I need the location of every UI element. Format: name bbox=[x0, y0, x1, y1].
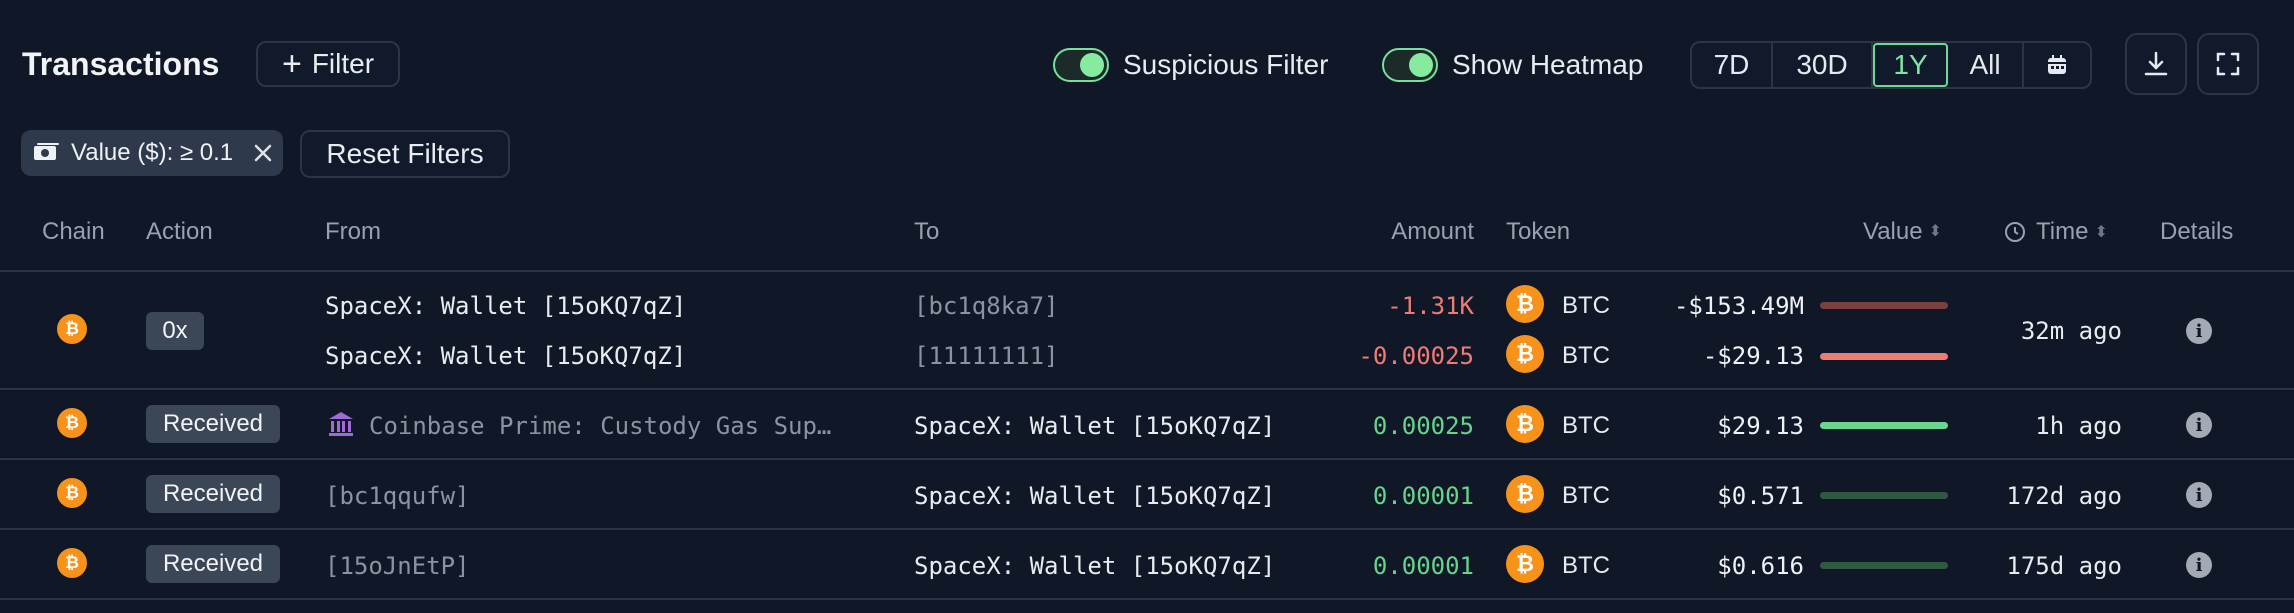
token-symbol: BTC bbox=[1562, 552, 1610, 579]
token-symbol: BTC bbox=[1562, 482, 1610, 509]
value: $0.571 bbox=[1717, 482, 1804, 510]
action-badge: 0x bbox=[146, 312, 204, 350]
from-address[interactable]: [bc1qqufw] bbox=[325, 482, 470, 510]
bitcoin-icon: ₿ bbox=[1506, 545, 1544, 583]
to-address[interactable]: [bc1q8ka7] bbox=[914, 292, 1059, 320]
toolbar: Transactions + Filter Suspicious Filter … bbox=[0, 0, 2294, 130]
action-badge: Received bbox=[146, 545, 280, 583]
to-address[interactable]: SpaceX: Wallet [15oKQ7qZ] bbox=[914, 412, 1275, 440]
from-address[interactable]: Coinbase Prime: Custody Gas Sup… bbox=[369, 412, 831, 440]
to-address[interactable]: [11111111] bbox=[914, 342, 1059, 370]
page-title: Transactions bbox=[22, 46, 220, 82]
period-selector: 7D 30D 1Y All bbox=[1690, 41, 2092, 89]
toggle-label: Suspicious Filter bbox=[1123, 49, 1329, 80]
column-header-from: From bbox=[325, 218, 381, 245]
download-button[interactable] bbox=[2125, 33, 2187, 95]
period-7d-button[interactable]: 7D bbox=[1692, 43, 1773, 87]
money-icon bbox=[34, 143, 59, 160]
column-header-action: Action bbox=[146, 218, 213, 245]
filter-button-label: Filter bbox=[311, 48, 375, 79]
value-heat-bar bbox=[1820, 302, 1948, 309]
relative-time: 175d ago bbox=[2006, 552, 2122, 580]
relative-time: 32m ago bbox=[2020, 317, 2122, 345]
from-address[interactable]: SpaceX: Wallet [15oKQ7qZ] bbox=[325, 342, 686, 370]
close-icon[interactable] bbox=[253, 143, 273, 163]
value-heat-bar bbox=[1820, 422, 1948, 429]
table-row[interactable]: ₿ Received [15oJnEtP] SpaceX: Wallet [15… bbox=[0, 530, 2294, 600]
value-heat-bar bbox=[1820, 353, 1948, 360]
toggle-switch[interactable] bbox=[1382, 48, 1438, 82]
from-address[interactable]: [15oJnEtP] bbox=[325, 552, 470, 580]
download-icon bbox=[2144, 51, 2168, 76]
column-header-time[interactable]: Time ⬍ bbox=[2004, 218, 2108, 246]
token-symbol: BTC bbox=[1562, 342, 1610, 369]
info-icon[interactable]: i bbox=[2186, 552, 2212, 578]
value: $29.13 bbox=[1717, 412, 1804, 440]
fullscreen-button[interactable] bbox=[2197, 33, 2259, 95]
value-heat-bar bbox=[1820, 562, 1948, 569]
table-row[interactable]: ₿ Received Coinbase Prime: Custody Gas S… bbox=[0, 390, 2294, 460]
chip-label: Value ($): ≥ 0.1 bbox=[71, 139, 234, 166]
token-symbol: BTC bbox=[1562, 412, 1610, 439]
info-icon[interactable]: i bbox=[2186, 482, 2212, 508]
value: -$29.13 bbox=[1702, 342, 1804, 370]
bitcoin-icon: ₿ bbox=[1506, 405, 1544, 443]
table-header: Chain Action From To Amount Token Value ⬍… bbox=[0, 200, 2294, 272]
amount: -0.00025 bbox=[1358, 342, 1474, 370]
show-heatmap-toggle[interactable]: Show Heatmap bbox=[1382, 46, 1643, 84]
to-address[interactable]: SpaceX: Wallet [15oKQ7qZ] bbox=[914, 482, 1275, 510]
time-header-label: Time bbox=[2036, 218, 2089, 245]
amount: 0.00025 bbox=[1372, 412, 1474, 440]
info-icon[interactable]: i bbox=[2186, 412, 2212, 438]
column-header-value[interactable]: Value ⬍ bbox=[1860, 218, 1942, 246]
amount: 0.00001 bbox=[1372, 482, 1474, 510]
bitcoin-icon: ₿ bbox=[57, 548, 87, 578]
value-header-label: Value bbox=[1862, 218, 1923, 245]
sort-icon[interactable]: ⬍ bbox=[1929, 223, 1942, 240]
value-heat-bar bbox=[1820, 492, 1948, 499]
bitcoin-icon: ₿ bbox=[57, 478, 87, 508]
column-header-chain: Chain bbox=[42, 218, 105, 245]
column-header-amount: Amount bbox=[1391, 218, 1474, 245]
column-header-to: To bbox=[914, 218, 940, 245]
add-filter-button[interactable]: + Filter bbox=[256, 41, 400, 87]
toggle-switch[interactable] bbox=[1053, 48, 1109, 82]
amount: -1.31K bbox=[1387, 292, 1474, 320]
amount: 0.00001 bbox=[1372, 552, 1474, 580]
period-1y-button[interactable]: 1Y bbox=[1873, 43, 1948, 87]
action-badge: Received bbox=[146, 405, 280, 443]
column-header-token: Token bbox=[1506, 218, 1571, 245]
calendar-button[interactable] bbox=[2024, 43, 2090, 87]
reset-filters-button[interactable]: Reset Filters bbox=[300, 130, 510, 178]
info-icon[interactable]: i bbox=[2186, 318, 2212, 344]
toggle-label: Show Heatmap bbox=[1452, 49, 1644, 80]
plus-icon: + bbox=[281, 45, 302, 83]
period-all-button[interactable]: All bbox=[1948, 43, 2024, 87]
column-header-details: Details bbox=[2160, 218, 2234, 245]
from-address[interactable]: SpaceX: Wallet [15oKQ7qZ] bbox=[325, 292, 686, 320]
value-filter-chip[interactable]: Value ($): ≥ 0.1 bbox=[21, 130, 283, 176]
relative-time: 1h ago bbox=[2035, 412, 2122, 440]
table-row[interactable]: ₿ 0x SpaceX: Wallet [15oKQ7qZ] [bc1q8ka7… bbox=[0, 272, 2294, 390]
sort-icon[interactable]: ⬍ bbox=[2094, 222, 2107, 242]
action-badge: Received bbox=[146, 475, 280, 513]
institution-icon bbox=[329, 412, 353, 436]
bitcoin-icon: ₿ bbox=[1506, 285, 1544, 323]
value: -$153.49M bbox=[1673, 292, 1804, 320]
suspicious-filter-toggle[interactable]: Suspicious Filter bbox=[1053, 46, 1328, 84]
value: $0.616 bbox=[1717, 552, 1804, 580]
bitcoin-icon: ₿ bbox=[1506, 475, 1544, 513]
bitcoin-icon: ₿ bbox=[57, 408, 87, 438]
period-30d-button[interactable]: 30D bbox=[1773, 43, 1873, 87]
clock-icon bbox=[2005, 222, 2025, 242]
to-address[interactable]: SpaceX: Wallet [15oKQ7qZ] bbox=[914, 552, 1275, 580]
relative-time: 172d ago bbox=[2006, 482, 2122, 510]
expand-icon bbox=[2216, 52, 2240, 76]
calendar-icon bbox=[2048, 55, 2066, 74]
bitcoin-icon: ₿ bbox=[57, 314, 87, 344]
bitcoin-icon: ₿ bbox=[1506, 335, 1544, 373]
table-row[interactable]: ₿ Received [bc1qqufw] SpaceX: Wallet [15… bbox=[0, 460, 2294, 530]
token-symbol: BTC bbox=[1562, 292, 1610, 319]
